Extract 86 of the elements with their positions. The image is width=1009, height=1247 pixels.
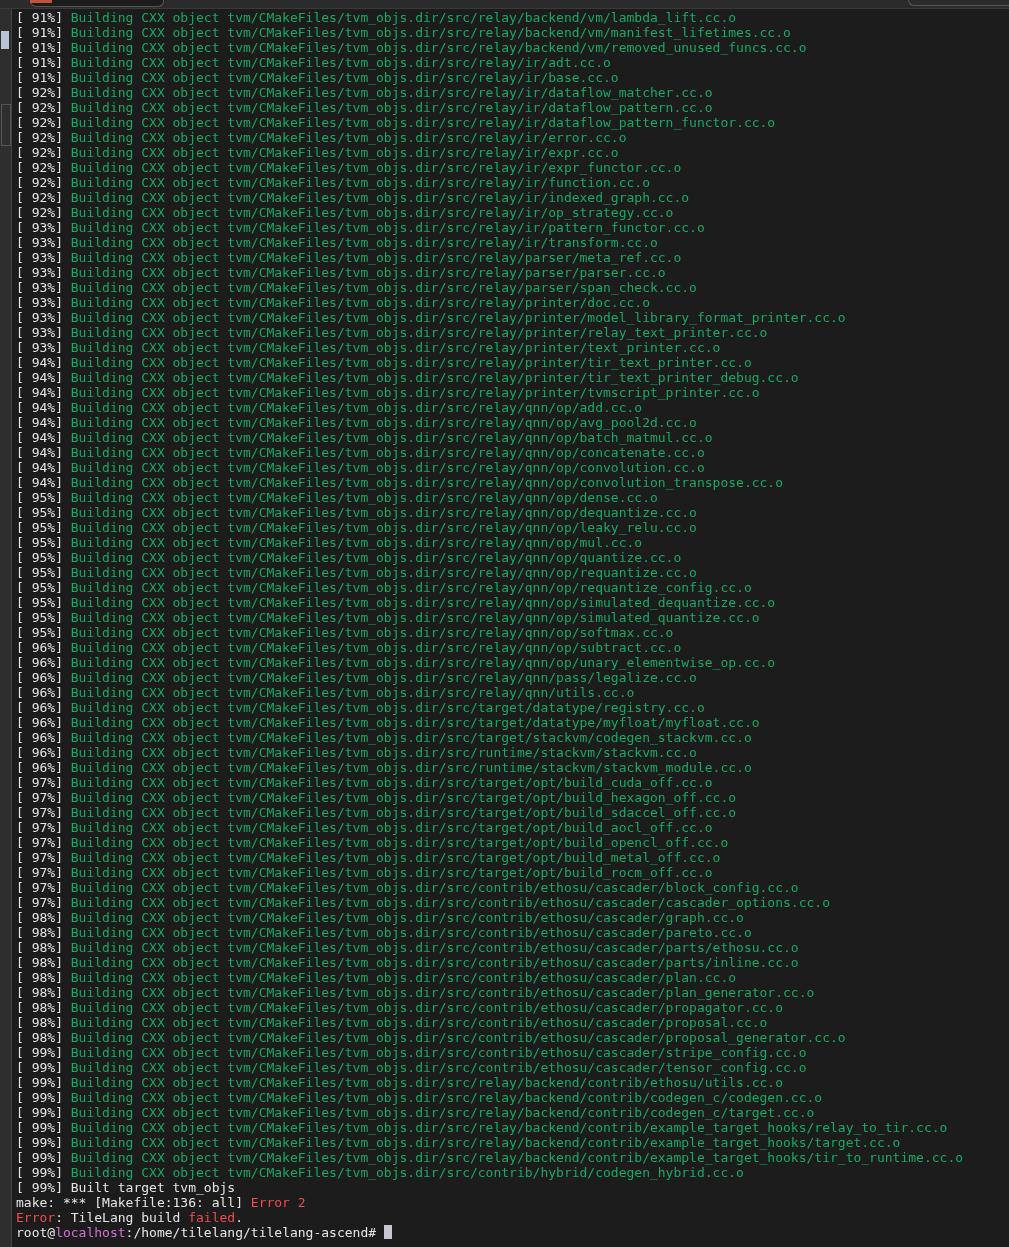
- build-log-line: [ 93%] Building CXX object tvm/CMakeFiles/tvm_objs.dir/src/relay/parser/meta_ref.cc.o: [16, 250, 682, 265]
- build-log-line: [ 94%] Building CXX object tvm/CMakeFiles/tvm_objs.dir/src/relay/printer/tir_text_printer.cc.o: [16, 355, 752, 370]
- build-log-line: [ 95%] Building CXX object tvm/CMakeFiles/tvm_objs.dir/src/relay/qnn/op/dense.cc.o: [16, 490, 658, 505]
- build-log-line: [ 91%] Building CXX object tvm/CMakeFiles/tvm_objs.dir/src/relay/backend/vm/removed_unused_funcs.cc.o: [16, 40, 807, 55]
- log-line: make: *** [Makefile:136: all] Error 2: [16, 1195, 306, 1210]
- panel-button[interactable]: [1, 104, 11, 146]
- build-log-line: [ 93%] Building CXX object tvm/CMakeFiles/tvm_objs.dir/src/relay/ir/pattern_functor.cc.o: [16, 220, 705, 235]
- terminal-tab[interactable]: [30, 0, 164, 7]
- build-log-line: [ 98%] Building CXX object tvm/CMakeFiles/tvm_objs.dir/src/contrib/ethosu/cascader/pareto.cc.o: [16, 925, 752, 940]
- build-log-line: [ 94%] Building CXX object tvm/CMakeFiles/tvm_objs.dir/src/relay/qnn/op/batch_matmul.cc.o: [16, 430, 713, 445]
- build-log-line: [ 95%] Building CXX object tvm/CMakeFiles/tvm_objs.dir/src/relay/qnn/op/simulated_quantize.cc.o: [16, 610, 760, 625]
- build-log-line: [ 97%] Building CXX object tvm/CMakeFiles/tvm_objs.dir/src/contrib/ethosu/cascader/cascader_options.cc.o: [16, 895, 830, 910]
- build-log-line: [ 93%] Building CXX object tvm/CMakeFiles/tvm_objs.dir/src/relay/parser/parser.cc.o: [16, 265, 666, 280]
- build-log-line: [ 98%] Building CXX object tvm/CMakeFiles/tvm_objs.dir/src/contrib/ethosu/cascader/plan.cc.o: [16, 970, 737, 985]
- build-log-line: [ 92%] Building CXX object tvm/CMakeFiles/tvm_objs.dir/src/relay/ir/dataflow_pattern_functor.cc.o: [16, 115, 776, 130]
- build-log-line: [ 94%] Building CXX object tvm/CMakeFiles/tvm_objs.dir/src/relay/printer/tir_text_printer_debug.cc.o: [16, 370, 799, 385]
- build-log-line: [ 97%] Building CXX object tvm/CMakeFiles/tvm_objs.dir/src/target/opt/build_metal_off.cc.o: [16, 850, 721, 865]
- build-log-line: [ 92%] Building CXX object tvm/CMakeFiles/tvm_objs.dir/src/relay/ir/dataflow_pattern.cc.o: [16, 100, 713, 115]
- panel-button[interactable]: [1, 31, 9, 49]
- text-cursor: [384, 1225, 393, 1239]
- build-log-line: [ 97%] Building CXX object tvm/CMakeFiles/tvm_objs.dir/src/target/opt/build_sdaccel_off.cc.o: [16, 805, 737, 820]
- build-log-line: [ 95%] Building CXX object tvm/CMakeFiles/tvm_objs.dir/src/relay/qnn/op/dequantize.cc.o: [16, 505, 697, 520]
- build-log-line: [ 97%] Building CXX object tvm/CMakeFiles/tvm_objs.dir/src/target/opt/build_rocm_off.cc.o: [16, 865, 713, 880]
- build-log-line: [ 96%] Building CXX object tvm/CMakeFiles/tvm_objs.dir/src/relay/qnn/op/unary_elementwise_op.cc.o: [16, 655, 776, 670]
- build-log-line: [ 98%] Building CXX object tvm/CMakeFiles/tvm_objs.dir/src/contrib/ethosu/cascader/propagator.cc.o: [16, 1000, 784, 1015]
- build-log-line: [ 99%] Building CXX object tvm/CMakeFiles/tvm_objs.dir/src/contrib/ethosu/cascader/stripe_config.cc.o: [16, 1045, 807, 1060]
- build-log-line: [ 95%] Building CXX object tvm/CMakeFiles/tvm_objs.dir/src/relay/qnn/op/simulated_dequantize.cc.o: [16, 595, 776, 610]
- build-log-line: [ 95%] Building CXX object tvm/CMakeFiles/tvm_objs.dir/src/relay/qnn/op/leaky_relu.cc.o: [16, 520, 697, 535]
- build-log-line: [ 91%] Building CXX object tvm/CMakeFiles/tvm_objs.dir/src/relay/ir/adt.cc.o: [16, 55, 611, 70]
- build-log-line: [ 99%] Building CXX object tvm/CMakeFiles/tvm_objs.dir/src/contrib/ethosu/cascader/tensor_config.cc.o: [16, 1060, 807, 1075]
- build-log-line: [ 97%] Building CXX object tvm/CMakeFiles/tvm_objs.dir/src/target/opt/build_cuda_off.cc.o: [16, 775, 713, 790]
- build-log-line: [ 92%] Building CXX object tvm/CMakeFiles/tvm_objs.dir/src/relay/ir/dataflow_matcher.cc.o: [16, 85, 713, 100]
- build-log-line: [ 92%] Building CXX object tvm/CMakeFiles/tvm_objs.dir/src/relay/ir/op_strategy.cc.o: [16, 205, 674, 220]
- build-log-line: [ 95%] Building CXX object tvm/CMakeFiles/tvm_objs.dir/src/relay/qnn/op/requantize_config.cc.o: [16, 580, 752, 595]
- build-log-line: [ 98%] Building CXX object tvm/CMakeFiles/tvm_objs.dir/src/contrib/ethosu/cascader/proposal.cc.o: [16, 1015, 768, 1030]
- build-log-line: [ 93%] Building CXX object tvm/CMakeFiles/tvm_objs.dir/src/relay/printer/relay_text_printer.cc.o: [16, 325, 768, 340]
- build-log-line: [ 98%] Building CXX object tvm/CMakeFiles/tvm_objs.dir/src/contrib/ethosu/cascader/proposal_generator.cc.o: [16, 1030, 846, 1045]
- build-log-line: [ 99%] Building CXX object tvm/CMakeFiles/tvm_objs.dir/src/relay/backend/contrib/example_target_hooks/target.cc.o: [16, 1135, 901, 1150]
- build-log-line: [ 95%] Building CXX object tvm/CMakeFiles/tvm_objs.dir/src/relay/qnn/op/quantize.cc.o: [16, 550, 682, 565]
- build-log-line: [ 98%] Building CXX object tvm/CMakeFiles/tvm_objs.dir/src/contrib/ethosu/cascader/plan_generator.cc.o: [16, 985, 815, 1000]
- build-log-line: [ 93%] Building CXX object tvm/CMakeFiles/tvm_objs.dir/src/relay/printer/text_printer.cc.o: [16, 340, 721, 355]
- build-log-line: [ 99%] Building CXX object tvm/CMakeFiles/tvm_objs.dir/src/relay/backend/contrib/ethosu/utils.cc.o: [16, 1075, 784, 1090]
- log-line: Error: TileLang build failed.: [16, 1210, 243, 1225]
- log-line: [ 99%] Built target tvm_objs: [16, 1180, 236, 1195]
- build-log-line: [ 96%] Building CXX object tvm/CMakeFiles/tvm_objs.dir/src/relay/qnn/pass/legalize.cc.o: [16, 670, 697, 685]
- build-log-line: [ 97%] Building CXX object tvm/CMakeFiles/tvm_objs.dir/src/target/opt/build_aocl_off.cc.o: [16, 820, 713, 835]
- build-log-line: [ 96%] Building CXX object tvm/CMakeFiles/tvm_objs.dir/src/target/stackvm/codegen_stackvm.cc.o: [16, 730, 752, 745]
- build-log-line: [ 91%] Building CXX object tvm/CMakeFiles/tvm_objs.dir/src/relay/backend/vm/manifest_lifetimes.cc.o: [16, 25, 791, 40]
- build-log-line: [ 99%] Building CXX object tvm/CMakeFiles/tvm_objs.dir/src/contrib/hybrid/codegen_hybrid.cc.o: [16, 1165, 744, 1180]
- build-log-line: [ 92%] Building CXX object tvm/CMakeFiles/tvm_objs.dir/src/relay/ir/indexed_graph.cc.o: [16, 190, 690, 205]
- build-log-line: [ 96%] Building CXX object tvm/CMakeFiles/tvm_objs.dir/src/relay/qnn/utils.cc.o: [16, 685, 635, 700]
- build-log-line: [ 97%] Building CXX object tvm/CMakeFiles/tvm_objs.dir/src/contrib/ethosu/cascader/block_config.cc.o: [16, 880, 799, 895]
- build-log-line: [ 98%] Building CXX object tvm/CMakeFiles/tvm_objs.dir/src/contrib/ethosu/cascader/parts/inline.cc.o: [16, 955, 799, 970]
- build-log-line: [ 96%] Building CXX object tvm/CMakeFiles/tvm_objs.dir/src/target/datatype/myfloat/myfloat.cc.o: [16, 715, 760, 730]
- build-log-line: [ 95%] Building CXX object tvm/CMakeFiles/tvm_objs.dir/src/relay/qnn/op/mul.cc.o: [16, 535, 643, 550]
- build-log-line: [ 93%] Building CXX object tvm/CMakeFiles/tvm_objs.dir/src/relay/ir/transform.cc.o: [16, 235, 658, 250]
- build-log-line: [ 94%] Building CXX object tvm/CMakeFiles/tvm_objs.dir/src/relay/qnn/op/concatenate.cc.o: [16, 445, 705, 460]
- build-log-line: [ 92%] Building CXX object tvm/CMakeFiles/tvm_objs.dir/src/relay/ir/error.cc.o: [16, 130, 627, 145]
- build-log-line: [ 99%] Building CXX object tvm/CMakeFiles/tvm_objs.dir/src/relay/backend/contrib/codegen_c/codegen.cc.o: [16, 1090, 823, 1105]
- build-log-line: [ 96%] Building CXX object tvm/CMakeFiles/tvm_objs.dir/src/runtime/stackvm/stackvm_module.cc.o: [16, 760, 752, 775]
- build-log-line: [ 94%] Building CXX object tvm/CMakeFiles/tvm_objs.dir/src/relay/qnn/op/convolution.cc.o: [16, 460, 705, 475]
- build-log-line: [ 98%] Building CXX object tvm/CMakeFiles/tvm_objs.dir/src/contrib/ethosu/cascader/graph.cc.o: [16, 910, 744, 925]
- build-log-line: [ 92%] Building CXX object tvm/CMakeFiles/tvm_objs.dir/src/relay/ir/expr_functor.cc.o: [16, 160, 682, 175]
- build-log-line: [ 91%] Building CXX object tvm/CMakeFiles/tvm_objs.dir/src/relay/ir/base.cc.o: [16, 70, 619, 85]
- build-log-line: [ 94%] Building CXX object tvm/CMakeFiles/tvm_objs.dir/src/relay/qnn/op/convolution_transpose.cc.o: [16, 475, 784, 490]
- build-log-line: [ 93%] Building CXX object tvm/CMakeFiles/tvm_objs.dir/src/relay/parser/span_check.cc.o: [16, 280, 697, 295]
- build-log-line: [ 92%] Building CXX object tvm/CMakeFiles/tvm_objs.dir/src/relay/ir/function.cc.o: [16, 175, 650, 190]
- build-log-line: [ 94%] Building CXX object tvm/CMakeFiles/tvm_objs.dir/src/relay/qnn/op/add.cc.o: [16, 400, 643, 415]
- build-log-line: [ 96%] Building CXX object tvm/CMakeFiles/tvm_objs.dir/src/target/datatype/registry.cc.o: [16, 700, 705, 715]
- build-log-line: [ 96%] Building CXX object tvm/CMakeFiles/tvm_objs.dir/src/relay/qnn/op/subtract.cc.o: [16, 640, 682, 655]
- build-log-line: [ 95%] Building CXX object tvm/CMakeFiles/tvm_objs.dir/src/relay/qnn/op/softmax.cc.o: [16, 625, 674, 640]
- build-log-line: [ 96%] Building CXX object tvm/CMakeFiles/tvm_objs.dir/src/runtime/stackvm/stackvm.cc.o: [16, 745, 697, 760]
- build-log-line: [ 98%] Building CXX object tvm/CMakeFiles/tvm_objs.dir/src/contrib/ethosu/cascader/parts/ethosu.cc.o: [16, 940, 799, 955]
- build-log-line: [ 94%] Building CXX object tvm/CMakeFiles/tvm_objs.dir/src/relay/printer/tvmscript_printer.cc.o: [16, 385, 760, 400]
- build-log-line: [ 93%] Building CXX object tvm/CMakeFiles/tvm_objs.dir/src/relay/printer/model_library_format_printer.cc.o: [16, 310, 846, 325]
- build-log-line: [ 91%] Building CXX object tvm/CMakeFiles/tvm_objs.dir/src/relay/backend/vm/lambda_lift.cc.o: [16, 10, 737, 25]
- build-log-line: [ 97%] Building CXX object tvm/CMakeFiles/tvm_objs.dir/src/target/opt/build_hexagon_off.cc.o: [16, 790, 737, 805]
- build-log-line: [ 94%] Building CXX object tvm/CMakeFiles/tvm_objs.dir/src/relay/qnn/op/avg_pool2d.cc.o: [16, 415, 697, 430]
- shell-prompt: root@localhost:/home/tilelang/tilelang-ascend#: [16, 1225, 377, 1240]
- build-log-line: [ 92%] Building CXX object tvm/CMakeFiles/tvm_objs.dir/src/relay/ir/expr.cc.o: [16, 145, 619, 160]
- build-log-line: [ 95%] Building CXX object tvm/CMakeFiles/tvm_objs.dir/src/relay/qnn/op/requantize.cc.o: [16, 565, 697, 580]
- build-log-line: [ 97%] Building CXX object tvm/CMakeFiles/tvm_objs.dir/src/target/opt/build_opencl_off.cc.o: [16, 835, 729, 850]
- build-log-line: [ 93%] Building CXX object tvm/CMakeFiles/tvm_objs.dir/src/relay/printer/doc.cc.o: [16, 295, 650, 310]
- build-log-line: [ 99%] Building CXX object tvm/CMakeFiles/tvm_objs.dir/src/relay/backend/contrib/example_target_hooks/relay_to_tir.cc.o: [16, 1120, 948, 1135]
- build-log-line: [ 99%] Building CXX object tvm/CMakeFiles/tvm_objs.dir/src/relay/backend/contrib/example_target_hooks/tir_to_runtime.cc.o: [16, 1150, 964, 1165]
- build-log-line: [ 99%] Building CXX object tvm/CMakeFiles/tvm_objs.dir/src/relay/backend/contrib/codegen_c/target.cc.o: [16, 1105, 815, 1120]
